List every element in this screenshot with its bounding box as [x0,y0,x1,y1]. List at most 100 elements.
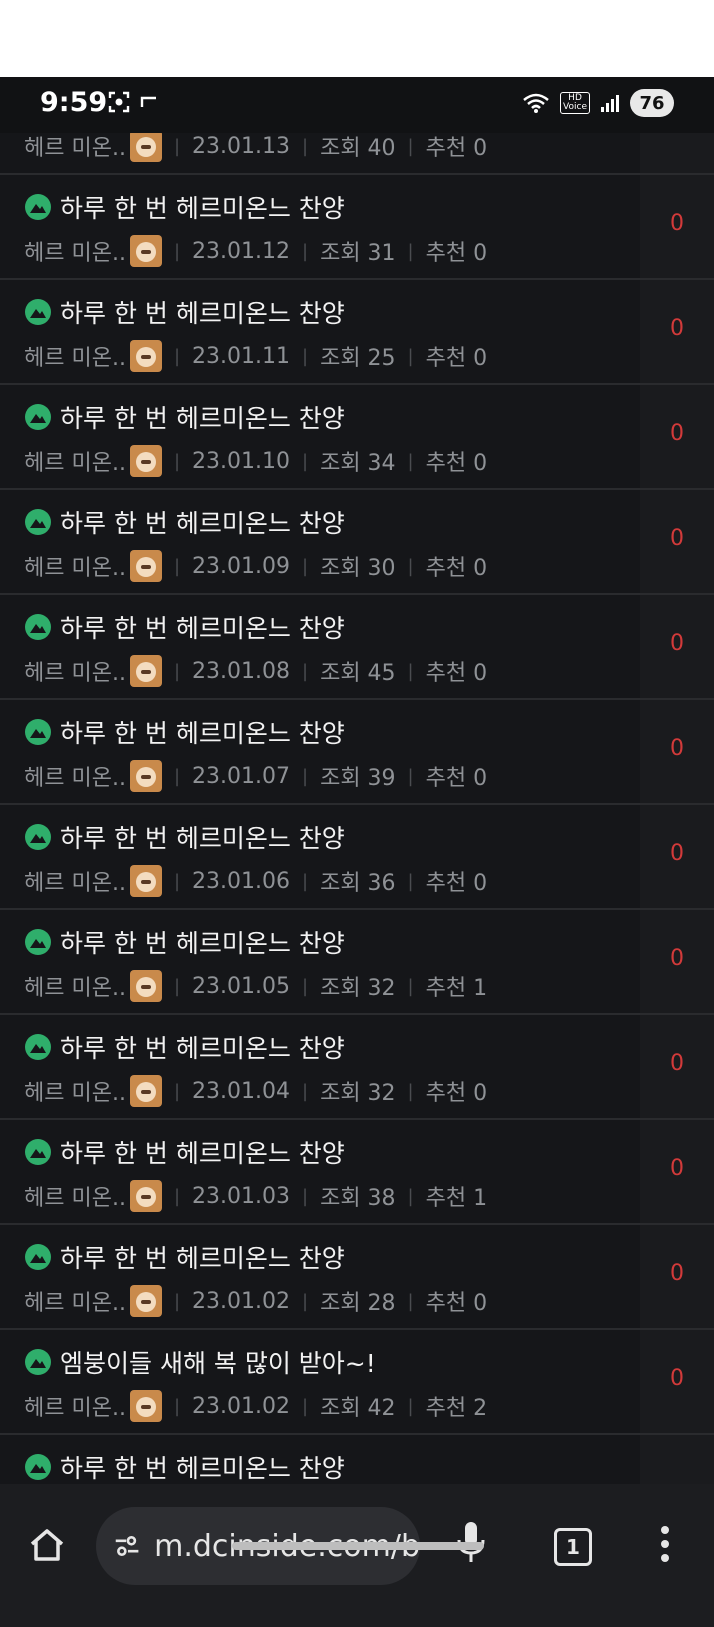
post-title-line[interactable]: 하루 한 번 헤르미온느 찬양 [24,189,345,225]
post-main[interactable]: 하루 한 번 헤르미온느 찬양헤르 미온.. | 23.01.06 | 조회 36 | 추천… [0,805,640,908]
post-row[interactable]: 하루 한 번 헤르미온느 찬양 헤르 미온.. | 23.01.03 | 조회 38 | 추천… [0,1120,714,1225]
post-title[interactable]: 하루 한 번 헤르미온느 찬양 [60,504,345,540]
comment-count-cell[interactable]: 0 [640,1120,714,1223]
post-row[interactable]: 하루 한 번 헤르미온느 찬양헤르 미온.. | 23.01.06 | 조회 36 | 추천… [0,805,714,910]
post-recommend: 추천 0 [425,766,488,791]
status-right-icons: HD Voice 76 [522,89,674,117]
meta-divider: | [407,450,414,472]
post-recommend: 추천 0 [425,241,488,266]
post-title-line[interactable]: 하루 한 번 헤르미온느 찬양 [24,1029,345,1065]
comment-count: 0 [670,1261,684,1286]
more-vert-icon[interactable] [660,1526,670,1562]
post-title[interactable]: 하루 한 번 헤르미온느 찬양 [60,189,345,225]
post-main[interactable]: 하루 한 번 헤르미온느 찬양 헤르 미온.. | 23.01.02 | 조회 28 | 추천… [0,1225,640,1328]
post-row[interactable]: 하루 한 번 헤르미온느 찬양 헤르 미온.. | 23.01.09 | 조회 30 | 추천… [0,490,714,595]
meta-divider: | [302,240,309,262]
post-row[interactable]: 하루 한 번 헤르미온느 찬양 헤르 미온.. | 23.01.07 | 조회 39 | 추천… [0,700,714,805]
meta-divider: | [302,1290,309,1312]
post-title-line[interactable]: 하루 한 번 헤르미온느 찬양 [24,609,345,645]
comment-count-cell[interactable]: 0 [640,910,714,1013]
post-author: 헤르 미온.. [24,1186,126,1211]
post-main[interactable]: 하루 한 번 헤르미온느 찬양 헤르 미온.. | 23.01.04 | 조회 32 | 추천… [0,1015,640,1118]
post-main[interactable]: 하루 한 번 헤르미온느 찬양 헤르 미온.. | 23.01.11 | 조회 25 | 추천… [0,280,640,383]
post-main[interactable]: 하루 한 번 헤르미온느 찬양 헤르 미온.. | 23.01.05 | 조회 32 | 추천… [0,910,640,1013]
post-title-line[interactable]: 하루 한 번 헤르미온느 찬양 [24,1239,345,1275]
post-views: 조회 40 [320,136,396,161]
post-title-line[interactable]: 하루 한 번 헤르미온느 찬양 [24,294,345,330]
post-title[interactable]: 하루 한 번 헤르미온느 찬양 [60,924,345,960]
post-meta: 헤르 미온.. | 23.01.08 | 조회 45 | 추천 0 [24,655,487,687]
post-date: 23.01.02 [192,1393,290,1419]
post-row[interactable]: 엠붕이들 새해 복 많이 받아~! 헤르 미온.. | 23.01.02 | 조회 42 |… [0,1330,714,1435]
phone-screen: 9:59 HD Voice 76 헤르 미온.. | 23.01.13 | 조회… [0,77,714,1627]
post-date: 23.01.02 [192,1288,290,1314]
post-main[interactable]: 하루 한 번 헤르미온느 찬양 헤르 미온.. | 23.01.03 | 조회 38 | 추천… [0,1120,640,1223]
site-settings-icon[interactable] [114,1534,140,1558]
post-row[interactable]: 하루 한 번 헤르미온느 찬양 헤르 미온.. | 23.01.10 | 조회 34 | 추천… [0,385,714,490]
meta-divider: | [302,1395,309,1417]
post-title[interactable]: 하루 한 번 헤르미온느 찬양 [60,1239,345,1275]
post-main[interactable]: 하루 한 번 헤르미온느 찬양 헤르 미온.. | 23.01.09 | 조회 30 | 추천… [0,490,640,593]
post-row[interactable]: 하루 한 번 헤르미온느 찬양 헤르 미온.. | 23.01.02 | 조회 28 | 추천… [0,1225,714,1330]
post-title-line[interactable]: 하루 한 번 헤르미온느 찬양 [24,1449,345,1485]
comment-count-cell[interactable]: 0 [640,1225,714,1328]
post-main[interactable]: 하루 한 번 헤르미온느 찬양 헤르 미온.. | 23.01.07 | 조회 39 | 추천… [0,700,640,803]
post-title[interactable]: 하루 한 번 헤르미온느 찬양 [60,1029,345,1065]
post-title-line[interactable]: 하루 한 번 헤르미온느 찬양 [24,504,345,540]
post-title[interactable]: 하루 한 번 헤르미온느 찬양 [60,1449,345,1485]
post-row[interactable]: 하루 한 번 헤르미온느 찬양 헤르 미온.. | 23.01.04 | 조회 32 | 추천… [0,1015,714,1120]
comment-count-cell[interactable]: 0 [640,385,714,488]
post-title[interactable]: 하루 한 번 헤르미온느 찬양 [60,714,345,750]
picture-icon [24,508,52,536]
post-author: 헤르 미온.. [24,346,126,371]
picture-icon [24,928,52,956]
post-title-line[interactable]: 하루 한 번 헤르미온느 찬양 [24,819,345,855]
post-title[interactable]: 하루 한 번 헤르미온느 찬양 [60,1134,345,1170]
comment-count-cell[interactable]: 0 [640,595,714,698]
meta-divider: | [173,135,181,157]
gesture-bar[interactable] [232,1542,484,1550]
comment-count-cell[interactable]: 0 [640,490,714,593]
picture-icon [24,613,52,641]
post-meta: 헤르 미온.. | 23.01.06 | 조회 36 | 추천 0 [24,865,487,897]
post-main[interactable]: 하루 한 번 헤르미온느 찬양헤르 미온.. | 23.01.08 | 조회 45 | 추천… [0,595,640,698]
meta-divider: | [173,240,181,262]
comment-count-cell[interactable]: 0 [640,175,714,278]
post-main[interactable]: 하루 한 번 헤르미온느 찬양 헤르 미온.. | 23.01.12 | 조회 31 | 추천… [0,175,640,278]
comment-count-cell[interactable]: 0 [640,1330,714,1433]
picture-icon [24,193,52,221]
post-recommend: 추천 0 [425,1081,488,1106]
comment-count-cell[interactable]: 0 [640,280,714,383]
post-recommend: 추천 1 [425,976,488,1001]
post-title-line[interactable]: 하루 한 번 헤르미온느 찬양 [24,399,345,435]
post-views: 조회 36 [320,871,396,896]
post-title[interactable]: 엠붕이들 새해 복 많이 받아~! [60,1344,376,1380]
post-main[interactable]: 하루 한 번 헤르미온느 찬양 헤르 미온.. | 23.01.10 | 조회 34 | 추천… [0,385,640,488]
tab-switcher-button[interactable]: 1 [554,1528,592,1566]
post-title[interactable]: 하루 한 번 헤르미온느 찬양 [60,819,345,855]
post-main[interactable]: 엠붕이들 새해 복 많이 받아~! 헤르 미온.. | 23.01.02 | 조회 42 |… [0,1330,640,1433]
post-date: 23.01.05 [192,973,290,999]
post-title[interactable]: 하루 한 번 헤르미온느 찬양 [60,609,345,645]
comment-count: 0 [670,631,684,656]
comment-count-cell[interactable]: 0 [640,700,714,803]
post-title[interactable]: 하루 한 번 헤르미온느 찬양 [60,399,345,435]
home-icon[interactable] [28,1526,66,1564]
post-row[interactable]: 하루 한 번 헤르미온느 찬양 헤르 미온.. | 23.01.12 | 조회 31 | 추천… [0,175,714,280]
post-title-line[interactable]: 하루 한 번 헤르미온느 찬양 [24,1134,345,1170]
post-row[interactable]: 하루 한 번 헤르미온느 찬양 헤르 미온.. | 23.01.05 | 조회 32 | 추천… [0,910,714,1015]
post-author: 헤르 미온.. [24,1396,126,1421]
avatar [129,655,162,687]
comment-count: 0 [670,841,684,866]
comment-count-cell[interactable]: 0 [640,805,714,908]
post-author: 헤르 미온.. [24,136,126,161]
post-title[interactable]: 하루 한 번 헤르미온느 찬양 [60,294,345,330]
post-title-line[interactable]: 하루 한 번 헤르미온느 찬양 [24,714,345,750]
post-row[interactable]: 하루 한 번 헤르미온느 찬양헤르 미온.. | 23.01.08 | 조회 45 | 추천… [0,595,714,700]
post-title-line[interactable]: 하루 한 번 헤르미온느 찬양 [24,924,345,960]
comment-count-cell[interactable]: 0 [640,1015,714,1118]
post-title-line[interactable]: 엠붕이들 새해 복 많이 받아~! [24,1344,376,1380]
meta-divider: | [407,1290,414,1312]
picture-icon [24,1348,52,1376]
post-row[interactable]: 하루 한 번 헤르미온느 찬양 헤르 미온.. | 23.01.11 | 조회 25 | 추천… [0,280,714,385]
